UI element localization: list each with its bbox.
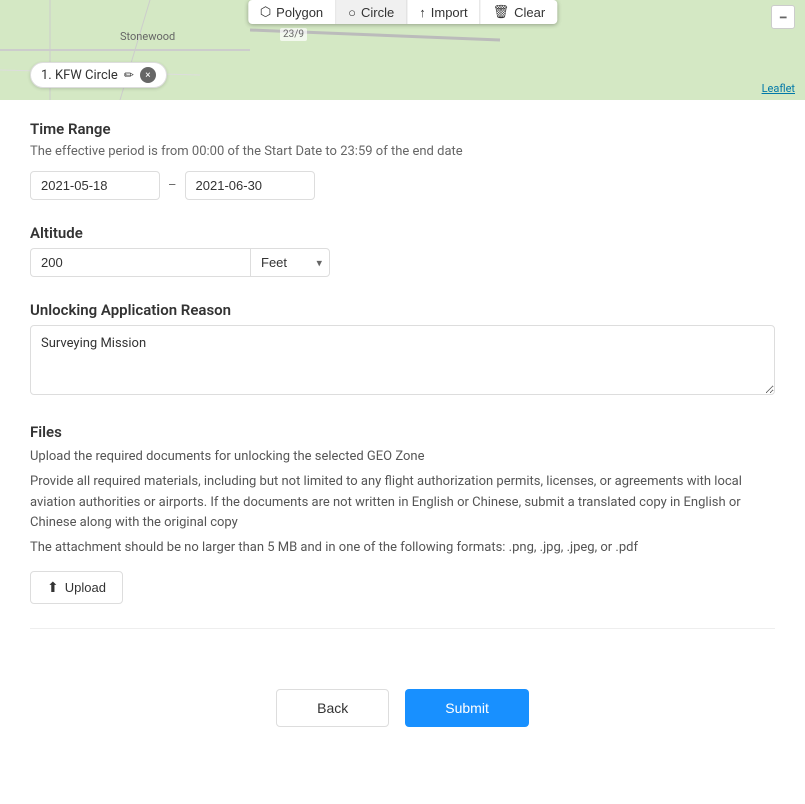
time-range-description: The effective period is from 00:00 of th… xyxy=(30,144,775,159)
polygon-icon: ⬡ xyxy=(260,4,271,20)
reason-title: Unlocking Application Reason xyxy=(30,301,775,319)
time-range-title: Time Range xyxy=(30,120,775,138)
clear-icon: 🗑 xyxy=(493,4,510,20)
polygon-button[interactable]: ⬡ Polygon xyxy=(248,0,336,24)
altitude-section: Altitude Feet Meters xyxy=(30,224,775,277)
polygon-label: Polygon xyxy=(276,5,323,20)
map-toolbar: ⬡ Polygon ○ Circle ↑ Import 🗑 Clear xyxy=(248,0,557,24)
clear-button[interactable]: 🗑 Clear xyxy=(481,0,558,24)
footer-buttons: Back Submit xyxy=(0,669,805,757)
leaflet-label: Leaflet xyxy=(762,82,795,95)
circle-tag: 1. KFW Circle ✏ × xyxy=(30,62,167,88)
upload-icon: ⬆ xyxy=(47,579,59,596)
stonewood-label: Stonewood xyxy=(120,30,175,43)
import-label: Import xyxy=(431,5,468,20)
circle-button[interactable]: ○ Circle xyxy=(336,0,407,24)
altitude-title: Altitude xyxy=(30,224,775,242)
circle-label: Circle xyxy=(361,5,394,20)
back-button[interactable]: Back xyxy=(276,689,389,727)
upload-button[interactable]: ⬆ Upload xyxy=(30,571,123,604)
files-section: Files Upload the required documents for … xyxy=(30,423,775,604)
form-content: Time Range The effective period is from … xyxy=(0,100,805,669)
edit-icon[interactable]: ✏ xyxy=(124,68,134,82)
files-desc3: The attachment should be no larger than … xyxy=(30,538,775,559)
import-icon: ↑ xyxy=(419,5,426,20)
reason-section: Unlocking Application Reason Surveying M… xyxy=(30,301,775,399)
altitude-input[interactable] xyxy=(30,248,250,277)
map-badge: 23/9 xyxy=(280,28,307,41)
unit-select[interactable]: Feet Meters xyxy=(250,248,330,277)
upload-label: Upload xyxy=(65,580,106,595)
import-button[interactable]: ↑ Import xyxy=(407,0,480,24)
files-desc1: Upload the required documents for unlock… xyxy=(30,447,775,468)
unit-select-wrapper: Feet Meters xyxy=(250,248,330,277)
reason-textarea[interactable]: Surveying Mission xyxy=(30,325,775,395)
date-range-row: – xyxy=(30,171,775,200)
circle-tag-label: 1. KFW Circle xyxy=(41,68,118,83)
time-range-section: Time Range The effective period is from … xyxy=(30,120,775,200)
remove-circle-button[interactable]: × xyxy=(140,67,156,83)
footer-divider xyxy=(30,628,775,629)
zoom-out-button[interactable]: − xyxy=(771,5,795,29)
submit-button[interactable]: Submit xyxy=(405,689,529,727)
files-desc2: Provide all required materials, includin… xyxy=(30,472,775,534)
end-date-input[interactable] xyxy=(185,171,315,200)
date-separator: – xyxy=(168,178,177,193)
circle-icon: ○ xyxy=(348,5,356,20)
clear-label: Clear xyxy=(514,5,545,20)
start-date-input[interactable] xyxy=(30,171,160,200)
altitude-row: Feet Meters xyxy=(30,248,775,277)
map-section: ⬡ Polygon ○ Circle ↑ Import 🗑 Clear Ston… xyxy=(0,0,805,100)
files-title: Files xyxy=(30,423,775,441)
